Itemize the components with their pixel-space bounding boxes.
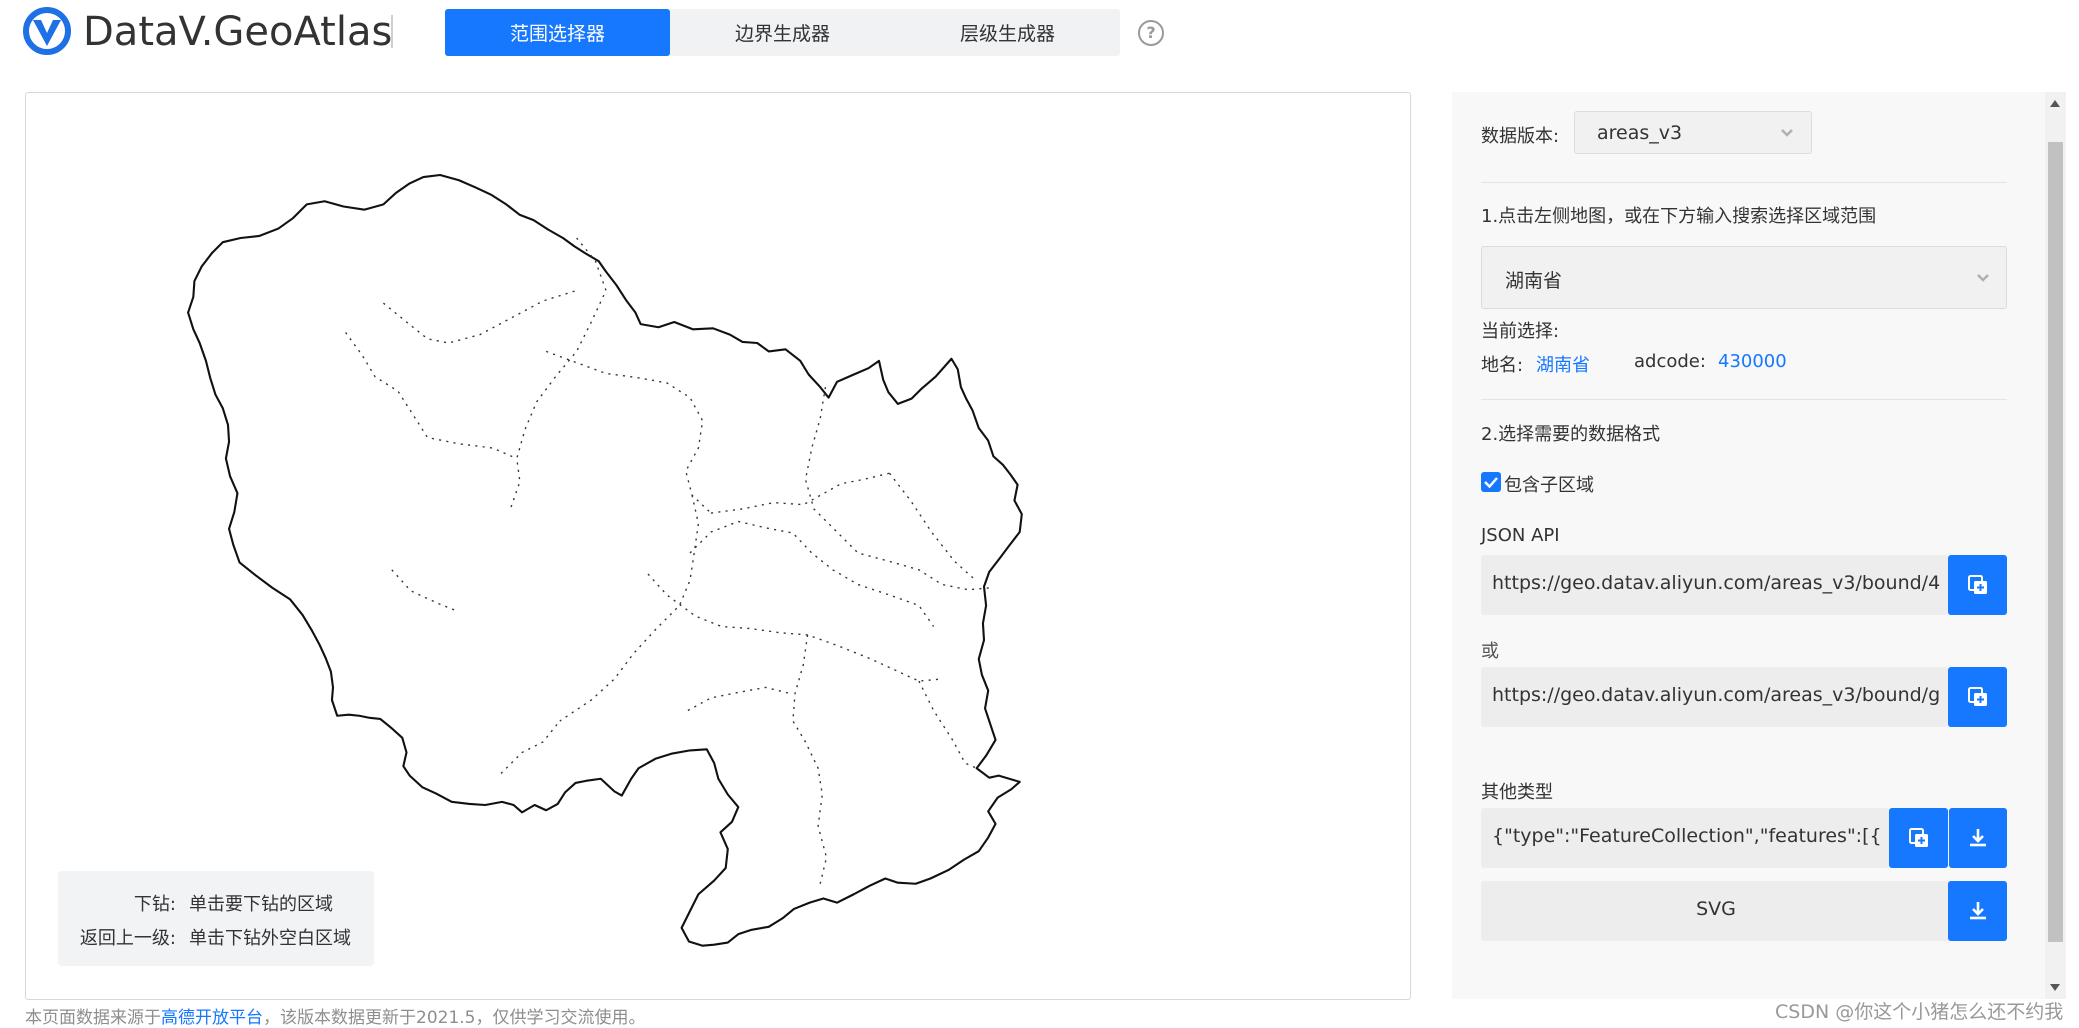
current-selection-label: 当前选择:: [1481, 321, 1560, 342]
tab-range-selector[interactable]: 范围选择器: [445, 9, 670, 56]
adcode-label: adcode:: [1634, 351, 1706, 372]
download-geojson-button[interactable]: [1949, 808, 2007, 868]
help-icon[interactable]: ?: [1138, 20, 1164, 46]
version-select[interactable]: areas_v3: [1574, 111, 1812, 154]
geojson-content: {"type":"FeatureCollection","features":[…: [1492, 825, 1882, 847]
legend-back-value: 单击下钻外空白区域: [189, 928, 351, 949]
amap-link[interactable]: 高德开放平台: [161, 1008, 263, 1028]
copy-icon: [1967, 687, 1987, 706]
copy-geojson-content-button[interactable]: [1889, 808, 1948, 868]
divider: [1481, 182, 2007, 183]
geojson-content-field[interactable]: {"type":"FeatureCollection","features":[…: [1481, 808, 1889, 868]
svg-label: SVG: [1696, 898, 1736, 920]
name-label: 地名:: [1481, 355, 1524, 376]
divider: [1481, 399, 2007, 400]
settings-panel: 数据版本: areas_v3 1.点击左侧地图，或在下方输入搜索选择区域范围 湖…: [1452, 92, 2045, 999]
region-value: 湖南省: [1505, 270, 1563, 292]
legend-drill-key: 下钻:: [133, 894, 176, 915]
footer-suffix: ，该版本数据更新于2021.5，仅供学习交流使用。: [263, 1008, 646, 1028]
step2-label: 2.选择需要的数据格式: [1481, 424, 1661, 445]
copy-json-api-button[interactable]: [1948, 555, 2007, 615]
legend-drill-value: 单击要下钻的区域: [189, 894, 333, 915]
copy-icon: [1908, 828, 1928, 847]
footer-prefix: 本页面数据来源于: [25, 1008, 161, 1028]
include-children-checkbox[interactable]: [1481, 472, 1501, 492]
brand-title: DataV.GeoAtlas: [83, 9, 393, 55]
hunan-map[interactable]: [26, 93, 1410, 999]
csdn-watermark: CSDN @你这个小猪怎么还不约我: [1775, 1001, 2064, 1023]
scrollbar-thumb[interactable]: [2048, 142, 2063, 942]
scroll-up-arrow-icon[interactable]: [2050, 100, 2060, 107]
version-value: areas_v3: [1597, 122, 1683, 144]
legend-back-key: 返回上一级:: [79, 928, 176, 949]
chevron-down-icon: [1977, 274, 1989, 282]
download-svg-button[interactable]: [1948, 881, 2007, 941]
adcode-value: 430000: [1718, 351, 1787, 372]
copy-icon: [1967, 575, 1987, 594]
data-source-note: 本页面数据来源于高德开放平台，该版本数据更新于2021.5，仅供学习交流使用。: [25, 1003, 645, 1028]
json-api-label: JSON API: [1481, 525, 1560, 546]
map-legend: 下钻: 单击要下钻的区域 返回上一级: 单击下钻外空白区域: [58, 871, 374, 966]
svg-download-field[interactable]: SVG: [1481, 881, 1951, 941]
datav-logo-icon: [23, 7, 71, 55]
step1-label: 1.点击左侧地图，或在下方输入搜索选择区域范围: [1481, 206, 1877, 227]
brand-divider: [391, 15, 393, 48]
include-children-label: 包含子区域: [1504, 475, 1594, 496]
download-icon: [1970, 829, 1986, 847]
json-api-url-field[interactable]: https://geo.datav.aliyun.com/areas_v3/bo…: [1481, 555, 1948, 615]
copy-geojson-button[interactable]: [1948, 667, 2007, 727]
download-icon: [1969, 902, 1986, 920]
region-search-select[interactable]: 湖南省: [1481, 246, 2007, 309]
check-icon: [1484, 477, 1498, 489]
province-outline[interactable]: [187, 173, 1023, 947]
name-value-link[interactable]: 湖南省: [1536, 351, 1590, 377]
geojson-url: https://geo.datav.aliyun.com/areas_v3/bo…: [1492, 684, 1940, 706]
panel-scrollbar[interactable]: [2045, 92, 2066, 999]
tab-boundary-generator[interactable]: 边界生成器: [670, 9, 895, 56]
or-label: 或: [1481, 641, 1499, 662]
tab-level-generator[interactable]: 层级生成器: [895, 9, 1120, 56]
other-types-label: 其他类型: [1481, 782, 1553, 803]
tool-tabs: 范围选择器 边界生成器 层级生成器: [445, 9, 1120, 56]
map-panel[interactable]: 下钻: 单击要下钻的区域 返回上一级: 单击下钻外空白区域: [25, 92, 1411, 1000]
geojson-url-field[interactable]: https://geo.datav.aliyun.com/areas_v3/bo…: [1481, 667, 1948, 727]
chevron-down-icon: [1781, 129, 1793, 137]
version-label: 数据版本:: [1481, 126, 1560, 147]
json-api-url: https://geo.datav.aliyun.com/areas_v3/bo…: [1492, 572, 1940, 594]
scroll-down-arrow-icon[interactable]: [2050, 984, 2060, 991]
